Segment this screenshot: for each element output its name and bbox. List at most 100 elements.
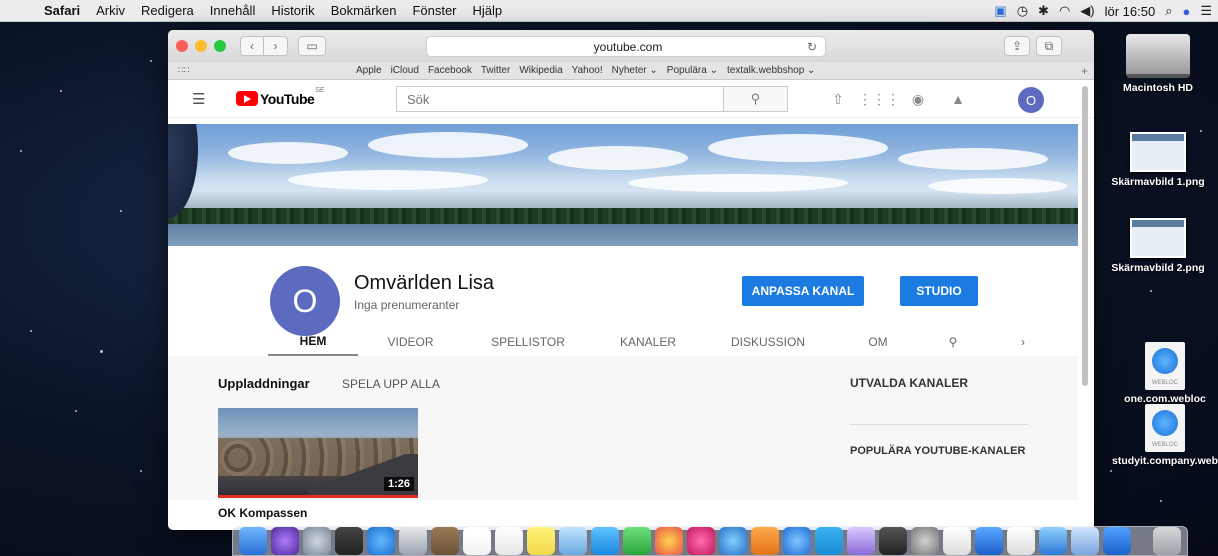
- video-editor-icon[interactable]: [879, 527, 907, 555]
- sidebar-divider: [850, 424, 1028, 425]
- contacts-icon[interactable]: [431, 527, 459, 555]
- minimize-window-button[interactable]: [195, 40, 207, 52]
- favorite-yahoo[interactable]: Yahoo!: [572, 65, 603, 76]
- favorite-apple[interactable]: Apple: [356, 65, 382, 76]
- play-all-link[interactable]: SPELA UPP ALLA: [342, 377, 440, 391]
- youtube-search: ⚲: [396, 86, 788, 112]
- desktop-icon-one-com[interactable]: WEBLOC one.com.webloc: [1112, 342, 1218, 405]
- volume-icon[interactable]: ◀︎): [1080, 3, 1094, 19]
- messages-icon[interactable]: ◉: [898, 91, 938, 108]
- desktop-icon-studyit[interactable]: WEBLOC studyit.company.webloc: [1112, 404, 1218, 467]
- hamburger-menu-icon[interactable]: ☰: [192, 90, 205, 108]
- youtube-logo[interactable]: YouTube SE: [236, 87, 325, 107]
- messages-dock-icon[interactable]: [591, 527, 619, 555]
- uploads-title[interactable]: Uppladdningar: [218, 376, 310, 391]
- document-icon[interactable]: [943, 527, 971, 555]
- notifications-bell-icon[interactable]: ▲: [938, 91, 978, 107]
- siri-icon[interactable]: ●: [1182, 4, 1190, 19]
- back-button[interactable]: ‹: [240, 36, 264, 56]
- video-thumbnail[interactable]: 1:26: [218, 408, 418, 498]
- search-button[interactable]: ⚲: [723, 87, 787, 111]
- favorite-facebook[interactable]: Facebook: [428, 65, 472, 76]
- menu-item-hjalp[interactable]: Hjälp: [465, 3, 511, 18]
- notification-center-icon[interactable]: ☰: [1200, 3, 1212, 19]
- bluetooth-icon[interactable]: ✱: [1038, 3, 1049, 19]
- photos-icon[interactable]: [655, 527, 683, 555]
- channel-avatar: O: [270, 266, 340, 336]
- video-title[interactable]: OK Kompassen: [218, 506, 307, 520]
- siri-dock-icon[interactable]: [271, 527, 299, 555]
- tab-spellistor[interactable]: SPELLISTOR: [463, 328, 593, 356]
- photo-browser-icon[interactable]: [399, 527, 427, 555]
- finder-icon[interactable]: [239, 527, 267, 555]
- menu-clock[interactable]: lör 16:50: [1105, 4, 1156, 19]
- channel-search-icon[interactable]: ⚲: [923, 328, 983, 356]
- menu-item-bokmarken[interactable]: Bokmärken: [323, 3, 405, 18]
- favorite-populara[interactable]: Populära ⌄: [667, 65, 718, 76]
- mission-control-icon[interactable]: [335, 527, 363, 555]
- forward-button[interactable]: ›: [264, 36, 288, 56]
- close-window-button[interactable]: [176, 40, 188, 52]
- app-store-icon[interactable]: [783, 527, 811, 555]
- desktop-icon-screenshot-1[interactable]: Skärmavbild 1.png: [1096, 132, 1218, 188]
- menu-app-safari[interactable]: Safari: [36, 3, 88, 18]
- screen-sharing-icon[interactable]: ▣: [994, 3, 1006, 19]
- preview-icon[interactable]: [559, 527, 587, 555]
- wifi-icon[interactable]: ◠: [1059, 3, 1070, 19]
- itunes-icon[interactable]: [687, 527, 715, 555]
- documents-folder-icon[interactable]: [1071, 527, 1099, 555]
- upload-icon[interactable]: ⇧: [818, 91, 858, 108]
- sidebar-toggle-button[interactable]: ▭: [298, 36, 326, 56]
- imovie-star-icon[interactable]: [847, 527, 875, 555]
- quicktime-icon[interactable]: [719, 527, 747, 555]
- reminders-icon[interactable]: [495, 527, 523, 555]
- menu-item-fonster[interactable]: Fönster: [404, 3, 464, 18]
- spotlight-search-icon[interactable]: ⌕: [1165, 3, 1172, 19]
- apps-grid-icon[interactable]: ⋮⋮⋮: [858, 91, 900, 108]
- safari-2-icon[interactable]: [1103, 527, 1131, 555]
- calendar-icon[interactable]: [463, 527, 491, 555]
- menu-item-redigera[interactable]: Redigera: [133, 3, 202, 18]
- favorite-nyheter[interactable]: Nyheter ⌄: [612, 65, 658, 76]
- search-input[interactable]: [397, 87, 723, 111]
- facetime-icon[interactable]: [623, 527, 651, 555]
- new-tab-plus-icon[interactable]: +: [1081, 64, 1088, 78]
- ibooks-icon[interactable]: [751, 527, 779, 555]
- studio-button[interactable]: STUDIO: [900, 276, 978, 306]
- account-avatar[interactable]: O: [1018, 87, 1044, 113]
- favorite-twitter[interactable]: Twitter: [481, 65, 510, 76]
- menu-item-innehall[interactable]: Innehåll: [202, 3, 264, 18]
- skype-icon[interactable]: [815, 527, 843, 555]
- zoom-window-button[interactable]: [214, 40, 226, 52]
- desktop-icon-screenshot-2[interactable]: Skärmavbild 2.png: [1096, 218, 1218, 274]
- favorite-textalk[interactable]: textalk.webbshop ⌄: [727, 65, 815, 76]
- time-machine-icon[interactable]: ◷: [1017, 3, 1028, 19]
- trash-icon[interactable]: [1153, 527, 1181, 555]
- safari-dock-icon[interactable]: [367, 527, 395, 555]
- tab-kanaler[interactable]: KANALER: [593, 328, 703, 356]
- top-sites-icon[interactable]: ∷∷: [178, 65, 189, 76]
- reload-icon[interactable]: ↻: [807, 40, 817, 54]
- mail-icon[interactable]: [975, 527, 1003, 555]
- downloads-folder-icon[interactable]: [1039, 527, 1067, 555]
- tabs-next-chevron-icon[interactable]: ›: [983, 328, 1063, 356]
- document-2-icon[interactable]: [1007, 527, 1035, 555]
- tab-diskussion[interactable]: DISKUSSION: [703, 328, 833, 356]
- page-scrollbar[interactable]: [1082, 86, 1088, 386]
- tab-hem[interactable]: HEM: [268, 328, 358, 356]
- menu-item-arkiv[interactable]: Arkiv: [88, 3, 133, 18]
- launchpad-icon[interactable]: [303, 527, 331, 555]
- desktop-icon-macintosh-hd[interactable]: Macintosh HD: [1108, 34, 1208, 94]
- favorite-icloud[interactable]: iCloud: [391, 65, 419, 76]
- customize-channel-button[interactable]: ANPASSA KANAL: [742, 276, 864, 306]
- tab-videor[interactable]: VIDEOR: [358, 328, 463, 356]
- notes-icon[interactable]: [527, 527, 555, 555]
- favorite-wikipedia[interactable]: Wikipedia: [519, 65, 562, 76]
- desktop-icon-label: Skärmavbild 2.png: [1111, 262, 1205, 274]
- address-bar[interactable]: youtube.com ↻: [426, 36, 826, 57]
- tab-om[interactable]: OM: [833, 328, 923, 356]
- show-tabs-button[interactable]: ⧉: [1036, 36, 1062, 56]
- share-button[interactable]: ⇪: [1004, 36, 1030, 56]
- system-preferences-icon[interactable]: [911, 527, 939, 555]
- menu-item-historik[interactable]: Historik: [263, 3, 322, 18]
